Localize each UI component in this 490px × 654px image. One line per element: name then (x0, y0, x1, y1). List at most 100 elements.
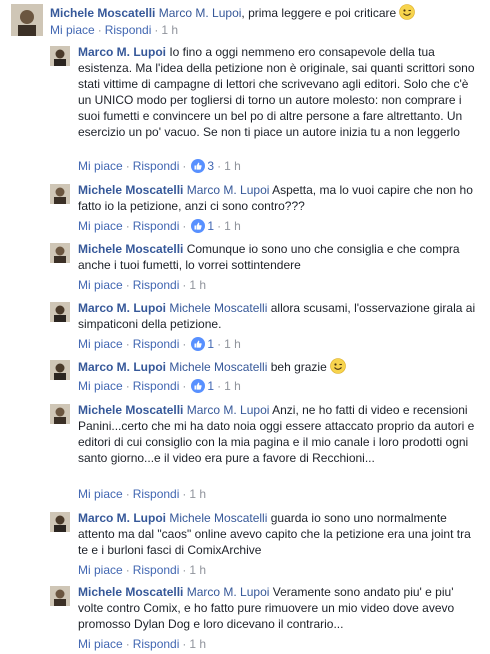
comment-mention[interactable]: Marco M. Lupoi (159, 6, 242, 20)
like-link[interactable]: Mi piace (78, 337, 123, 351)
avatar[interactable] (50, 302, 70, 322)
comment-text: Io fino a oggi nemmeno ero consapevole d… (78, 45, 475, 139)
separator: · (217, 219, 222, 233)
like-link[interactable]: Mi piace (78, 563, 123, 577)
comment-actions: Mi piace · Rispondi · 1 · 1 h (78, 336, 241, 355)
like-link[interactable]: Mi piace (78, 278, 123, 292)
comment-author[interactable]: Michele Moscatelli (78, 183, 183, 197)
like-link[interactable]: Mi piace (78, 379, 123, 393)
comment-time[interactable]: 1 h (189, 278, 206, 292)
comment-body: Michele Moscatelli Marco M. Lupoi Verame… (78, 584, 478, 632)
separator: · (125, 219, 130, 233)
reply-comment: Marco M. Lupoi Michele Moscatelli guarda… (0, 508, 490, 580)
separator: · (154, 23, 159, 37)
comment-body: Michele Moscatelli Marco M. Lupoi Anzi, … (78, 402, 478, 466)
comment-actions: Mi piace · Rispondi · 1 h (78, 277, 206, 293)
reply-link[interactable]: Rispondi (133, 219, 180, 233)
comment-actions: Mi piace · Rispondi · 1 · 1 h (78, 218, 241, 237)
comment-time[interactable]: 1 h (189, 487, 206, 501)
comment-body: Marco M. Lupoi Michele Moscatelli guarda… (78, 510, 478, 558)
avatar[interactable] (50, 360, 70, 380)
reply-link[interactable]: Rispondi (133, 337, 180, 351)
reply-link[interactable]: Rispondi (133, 563, 180, 577)
avatar[interactable] (50, 404, 70, 424)
reply-comment: Marco M. Lupoi Michele Moscatelli allora… (0, 298, 490, 354)
like-reaction-icon[interactable] (191, 219, 206, 237)
reply-comment: Michele Moscatelli Comunque io sono uno … (0, 239, 490, 295)
separator: · (125, 379, 130, 393)
comment-body: Marco M. Lupoi Michele Moscatelli allora… (78, 300, 478, 332)
like-reaction-icon[interactable] (191, 379, 206, 397)
comment-actions: Mi piace · Rispondi · 1 h (50, 22, 178, 38)
comment-time[interactable]: 1 h (224, 159, 241, 173)
comment-time[interactable]: 1 h (224, 379, 241, 393)
avatar[interactable] (50, 586, 70, 606)
comment-time[interactable]: 1 h (189, 637, 206, 651)
comment-author[interactable]: Marco M. Lupoi (78, 301, 166, 315)
comment-author[interactable]: Marco M. Lupoi (78, 45, 166, 59)
reply-link[interactable]: Rispondi (105, 23, 152, 37)
reply-link[interactable]: Rispondi (133, 159, 180, 173)
separator: · (217, 159, 222, 173)
separator: · (182, 159, 187, 173)
comment-time[interactable]: 1 h (189, 563, 206, 577)
like-link[interactable]: Mi piace (78, 159, 123, 173)
like-count[interactable]: 1 (207, 337, 214, 351)
reply-link[interactable]: Rispondi (133, 379, 180, 393)
comment-mention[interactable]: Michele Moscatelli (169, 360, 267, 374)
comment-author[interactable]: Marco M. Lupoi (78, 511, 166, 525)
like-link[interactable]: Mi piace (50, 23, 95, 37)
separator: · (182, 563, 187, 577)
like-link[interactable]: Mi piace (78, 487, 123, 501)
comment-author[interactable]: Michele Moscatelli (78, 242, 183, 256)
avatar[interactable] (50, 512, 70, 532)
comment-actions: Mi piace · Rispondi · 1 h (78, 562, 206, 578)
comment-text: beh grazie (270, 360, 327, 374)
like-count[interactable]: 1 (207, 379, 214, 393)
separator: · (97, 23, 102, 37)
separator: · (125, 487, 130, 501)
like-count[interactable]: 1 (207, 219, 214, 233)
like-link[interactable]: Mi piace (78, 637, 123, 651)
separator: · (182, 278, 187, 292)
comment-time[interactable]: 1 h (224, 337, 241, 351)
comment-mention[interactable]: Marco M. Lupoi (187, 183, 270, 197)
like-link[interactable]: Mi piace (78, 219, 123, 233)
comment-mention[interactable]: Michele Moscatelli (169, 301, 267, 315)
separator: · (125, 278, 130, 292)
comment-author[interactable]: Michele Moscatelli (78, 403, 183, 417)
comment-text: , prima leggere e poi criticare (241, 6, 397, 20)
reply-link[interactable]: Rispondi (133, 487, 180, 501)
comment-actions: Mi piace · Rispondi · 1 h (78, 486, 206, 502)
comment-body: Marco M. Lupoi Michele Moscatelli beh gr… (78, 358, 478, 378)
comment-time[interactable]: 1 h (224, 219, 241, 233)
like-count[interactable]: 3 (207, 159, 214, 173)
comment-author[interactable]: Marco M. Lupoi (78, 360, 166, 374)
separator: · (182, 487, 187, 501)
separator: · (125, 159, 130, 173)
separator: · (182, 219, 187, 233)
separator: · (182, 337, 187, 351)
comment-time[interactable]: 1 h (161, 23, 178, 37)
avatar[interactable] (11, 4, 43, 36)
like-reaction-icon[interactable] (191, 337, 206, 355)
wink-emoji-icon (399, 4, 415, 24)
comment-mention[interactable]: Michele Moscatelli (169, 511, 267, 525)
separator: · (182, 637, 187, 651)
comment-author[interactable]: Michele Moscatelli (78, 585, 183, 599)
avatar[interactable] (50, 184, 70, 204)
separator: · (217, 337, 222, 351)
like-reaction-icon[interactable] (191, 159, 206, 177)
avatar[interactable] (50, 243, 70, 263)
reply-link[interactable]: Rispondi (133, 637, 180, 651)
comment-mention[interactable]: Marco M. Lupoi (187, 403, 270, 417)
comment: Michele Moscatelli Marco M. Lupoi, prima… (0, 0, 490, 40)
comment-actions: Mi piace · Rispondi · 3 · 1 h (78, 158, 241, 177)
reply-link[interactable]: Rispondi (133, 278, 180, 292)
separator: · (125, 563, 130, 577)
comment-mention[interactable]: Marco M. Lupoi (187, 585, 270, 599)
comment-author[interactable]: Michele Moscatelli (50, 6, 155, 20)
comment-body: Michele Moscatelli Marco M. Lupoi, prima… (50, 4, 480, 24)
comment-body: Michele Moscatelli Marco M. Lupoi Aspett… (78, 182, 478, 214)
avatar[interactable] (50, 46, 70, 66)
